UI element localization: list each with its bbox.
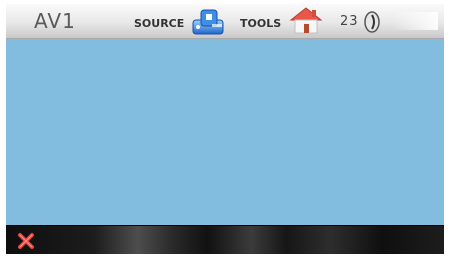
current-source-title: AV1 [34, 9, 76, 33]
top-bar: AV1 SOURCE TOOLS 23 [6, 4, 444, 39]
bottom-bar [6, 225, 444, 254]
video-display-area[interactable] [6, 39, 444, 225]
close-icon-graphic [18, 233, 34, 249]
volume-icon[interactable] [362, 10, 382, 34]
close-icon[interactable] [16, 231, 36, 251]
av-player-screen: AV1 SOURCE TOOLS 23 [6, 4, 444, 254]
top-bar-fade [392, 12, 438, 30]
home-icon[interactable] [286, 5, 326, 37]
home-icon-graphic [289, 7, 323, 34]
source-icon[interactable] [190, 6, 230, 38]
source-icon-graphic [192, 9, 224, 35]
tools-button-label[interactable]: TOOLS [240, 17, 281, 30]
source-button-label[interactable]: SOURCE [134, 17, 184, 30]
volume-icon-graphic [364, 11, 380, 33]
volume-level: 23 [340, 14, 359, 29]
